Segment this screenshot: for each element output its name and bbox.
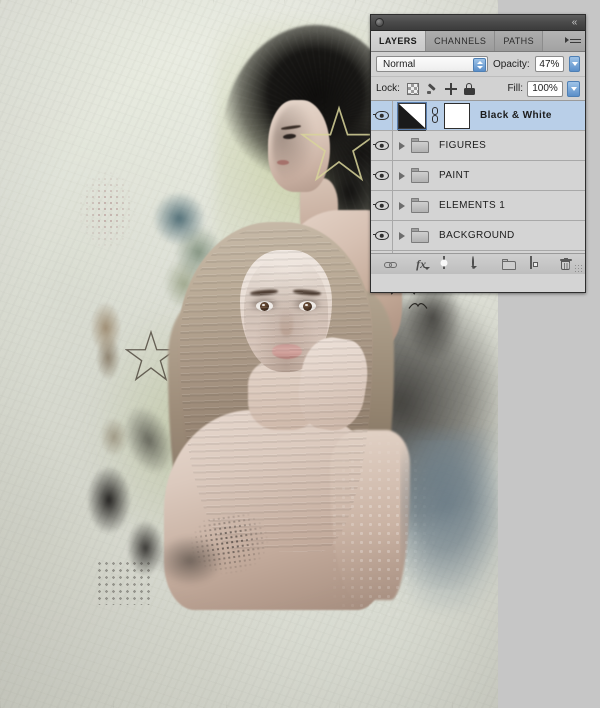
halftone-dots-bottom xyxy=(186,509,274,581)
collapse-panel-icon[interactable]: « xyxy=(567,17,581,28)
tab-paths-label: PATHS xyxy=(503,36,534,46)
tab-channels[interactable]: CHANNELS xyxy=(426,31,496,51)
layer-mask-thumbnail[interactable] xyxy=(444,102,470,129)
star-outline-icon xyxy=(300,105,378,182)
group-expand-toggle[interactable] xyxy=(393,171,410,180)
folder-icon xyxy=(411,138,429,153)
layer-row-background-group[interactable]: BACKGROUND xyxy=(371,221,585,251)
eye-icon[interactable] xyxy=(372,111,389,120)
panel-menu-icon[interactable] xyxy=(565,35,581,47)
group-expand-toggle[interactable] xyxy=(393,201,410,210)
opacity-value: 47% xyxy=(539,58,560,70)
add-layer-mask-button[interactable] xyxy=(443,256,458,271)
layers-list[interactable]: Black & White FIGURES PAINT ELEMENTS 1 B… xyxy=(371,101,585,253)
opacity-input[interactable]: 47% xyxy=(534,56,565,72)
eye-icon[interactable] xyxy=(372,171,389,180)
eye-icon[interactable] xyxy=(372,231,389,240)
layer-name-black-and-white[interactable]: Black & White xyxy=(480,110,552,121)
layer-visibility-toggle[interactable] xyxy=(371,221,393,250)
layer-link-icon[interactable] xyxy=(430,106,439,126)
figure-one-lips xyxy=(277,160,289,165)
adjustment-layer-thumbnail[interactable] xyxy=(397,101,427,137)
fill-label: Fill: xyxy=(507,83,523,94)
layer-row-paint[interactable]: PAINT xyxy=(371,161,585,191)
delete-layer-button[interactable] xyxy=(559,257,572,271)
group-expand-toggle[interactable] xyxy=(393,231,410,240)
dot-spray xyxy=(96,560,151,605)
link-layers-button[interactable] xyxy=(384,257,399,271)
blend-mode-stepper-icon[interactable] xyxy=(473,58,486,72)
lock-transparent-pixels-icon[interactable] xyxy=(406,82,419,95)
layer-visibility-toggle[interactable] xyxy=(371,131,393,160)
blend-mode-row[interactable]: Normal Opacity: 47% xyxy=(371,52,585,77)
fill-input[interactable]: 100% xyxy=(527,80,563,97)
layer-name-elements-1[interactable]: ELEMENTS 1 xyxy=(439,200,505,211)
folder-icon xyxy=(411,198,429,213)
layer-row-figures[interactable]: FIGURES xyxy=(371,131,585,161)
eye-icon[interactable] xyxy=(372,141,389,150)
layer-row-elements-1[interactable]: ELEMENTS 1 xyxy=(371,191,585,221)
layers-panel[interactable]: « LAYERS CHANNELS PATHS Normal Opacity: … xyxy=(370,14,586,293)
layer-visibility-toggle[interactable] xyxy=(371,161,393,190)
chevron-right-icon[interactable] xyxy=(398,141,405,150)
tab-layers-label: LAYERS xyxy=(379,36,418,46)
blend-mode-select[interactable]: Normal xyxy=(376,56,488,72)
layer-style-button[interactable]: fx xyxy=(414,257,430,271)
layer-visibility-toggle[interactable] xyxy=(371,101,393,130)
lock-image-pixels-icon[interactable] xyxy=(426,83,438,95)
halftone-dots-patch xyxy=(78,170,136,250)
folder-icon xyxy=(411,168,429,183)
tab-channels-label: CHANNELS xyxy=(434,36,487,46)
new-adjustment-layer-button[interactable] xyxy=(471,256,487,271)
lock-row[interactable]: Lock: Fill: 100% xyxy=(371,77,585,101)
new-group-button[interactable] xyxy=(501,258,516,270)
chevron-right-icon[interactable] xyxy=(398,201,405,210)
panel-tab-row[interactable]: LAYERS CHANNELS PATHS xyxy=(371,31,585,52)
opacity-dropdown-arrow-icon[interactable] xyxy=(569,56,580,72)
tab-paths[interactable]: PATHS xyxy=(495,31,543,51)
panel-footer-toolbar[interactable]: fx xyxy=(371,253,585,274)
fill-group: Fill: 100% xyxy=(507,80,580,97)
layer-visibility-toggle[interactable] xyxy=(371,191,393,220)
layer-name-figures[interactable]: FIGURES xyxy=(439,140,486,151)
new-layer-button[interactable] xyxy=(530,256,545,271)
fill-value: 100% xyxy=(532,83,558,94)
folder-icon xyxy=(411,228,429,243)
fill-dropdown-arrow-icon[interactable] xyxy=(567,80,580,97)
panel-titlebar[interactable]: « xyxy=(371,15,585,31)
blend-mode-value: Normal xyxy=(383,58,416,70)
eye-icon[interactable] xyxy=(372,201,389,210)
lock-position-icon[interactable] xyxy=(444,82,457,95)
lock-label: Lock: xyxy=(376,83,400,94)
layer-row-black-and-white[interactable]: Black & White xyxy=(371,101,585,137)
chevron-right-icon[interactable] xyxy=(398,231,405,240)
chevron-right-icon[interactable] xyxy=(398,171,405,180)
resize-grip-icon[interactable] xyxy=(574,264,583,273)
layer-name-paint[interactable]: PAINT xyxy=(439,170,470,181)
mountain-photo-element xyxy=(400,440,498,590)
group-expand-toggle[interactable] xyxy=(393,141,410,150)
bird-silhouette-small-icon xyxy=(408,303,428,309)
tab-layers[interactable]: LAYERS xyxy=(371,31,427,51)
opacity-label: Opacity: xyxy=(493,58,530,70)
layer-name-background-group[interactable]: BACKGROUND xyxy=(439,230,515,241)
panel-close-dot-icon[interactable] xyxy=(375,18,384,27)
lock-all-icon[interactable] xyxy=(463,82,475,95)
